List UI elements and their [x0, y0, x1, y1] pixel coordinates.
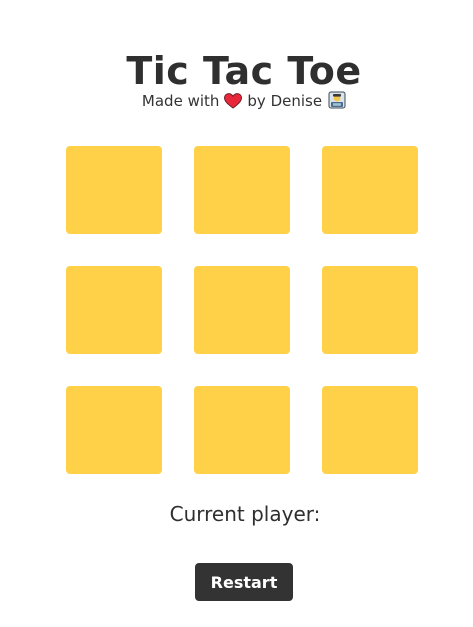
board-cell-2[interactable]: [194, 146, 290, 234]
board-cell-6[interactable]: [322, 266, 418, 354]
current-player-label: Current player:: [169, 502, 321, 526]
board-cell-9[interactable]: [322, 386, 418, 474]
restart-button[interactable]: Restart: [195, 563, 293, 601]
board-cell-3[interactable]: [322, 146, 418, 234]
byline-suffix: by Denise: [247, 92, 323, 110]
byline: Made with by Denise: [0, 90, 473, 112]
board-cell-1[interactable]: [66, 146, 162, 234]
board-cell-5[interactable]: [194, 266, 290, 354]
game-board: [66, 146, 418, 474]
board-cell-4[interactable]: [66, 266, 162, 354]
board-cell-8[interactable]: [194, 386, 290, 474]
byline-prefix: Made with: [141, 92, 220, 110]
board-cell-7[interactable]: [66, 386, 162, 474]
tic-tac-toe-app: Tic Tac Toe Made with by Denise Current p…: [0, 0, 473, 627]
current-player-status: Current player:: [0, 499, 473, 529]
woman-technologist-icon: [328, 91, 346, 109]
heart-icon: [224, 93, 243, 109]
